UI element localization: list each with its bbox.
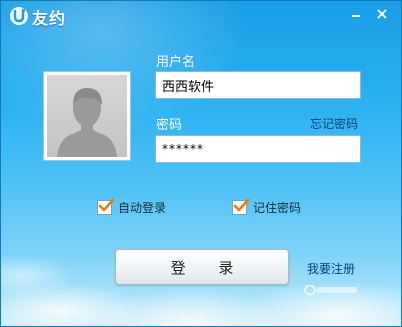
login-button-label: 登 录 [170,258,248,277]
titlebar[interactable]: 友约 [1,1,401,31]
minimize-button[interactable] [345,5,367,23]
username-value: 西西软件 [162,79,215,95]
login-window: 友约 用户名 西西软件 密码 忘记密码 ****** 自动登录 记住密码 登 录… [0,0,402,327]
remember-password-label: 记住密码 [253,201,302,215]
remember-password-option[interactable]: 记住密码 [232,198,302,216]
password-field[interactable]: ****** [155,135,361,163]
password-value: ****** [162,142,204,156]
auto-login-option[interactable]: 自动登录 [97,198,167,216]
username-field[interactable]: 西西软件 [155,71,361,99]
close-button[interactable] [371,5,393,23]
remember-password-checkbox[interactable] [232,198,250,215]
minimize-icon [352,15,360,17]
app-title: 友约 [32,9,67,28]
user-silhouette-icon [47,75,127,157]
avatar[interactable] [43,71,131,161]
watermark-logo [304,284,360,296]
password-label: 密码 [156,118,183,133]
watermark-icon [304,284,357,296]
username-label: 用户名 [156,55,196,70]
register-link[interactable]: 我要注册 [307,260,355,277]
auto-login-label: 自动登录 [118,201,167,215]
checkmark-icon [233,198,250,212]
login-button[interactable]: 登 录 [115,249,289,285]
auto-login-checkbox[interactable] [97,198,115,215]
forgot-password-link[interactable]: 忘记密码 [310,115,358,132]
app-logo-icon [9,6,29,26]
checkmark-icon [98,198,115,212]
close-icon [377,9,387,19]
